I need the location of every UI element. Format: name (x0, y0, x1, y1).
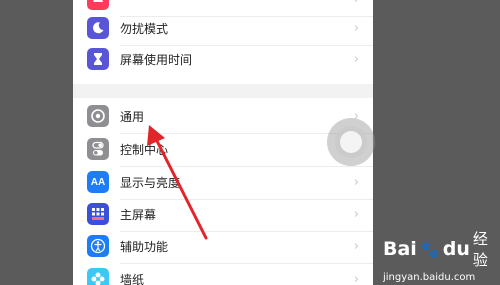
left-backdrop (0, 0, 73, 285)
hourglass-icon (87, 48, 109, 70)
settings-item-display-brightness[interactable]: AA 显示与亮度 › (73, 166, 373, 200)
assistive-touch-core (340, 131, 362, 153)
settings-item-do-not-disturb[interactable]: 勿扰模式 › (73, 12, 373, 46)
paw-icon: 🐾 (419, 239, 440, 259)
chevron-right-icon: › (353, 272, 359, 285)
chevron-right-icon: › (353, 21, 359, 36)
settings-item-label: 显示与亮度 (120, 176, 181, 190)
settings-item-label: 屏幕使用时间 (120, 53, 193, 67)
baidu-logo: Bai 🐾 du 经验 (383, 230, 488, 269)
aa-icon: AA (87, 171, 109, 193)
watermark-url: jingyan.baidu.com (383, 272, 476, 283)
settings-item-label: 通用 (120, 110, 145, 124)
toggles-icon (87, 138, 109, 160)
assistive-touch-button[interactable] (327, 118, 375, 166)
settings-item-general[interactable]: 通用 › (73, 100, 373, 134)
settings-item-label: 辅助功能 (120, 240, 169, 254)
settings-item-screen-time[interactable]: 屏幕使用时间 › (73, 43, 373, 77)
grid-icon (87, 203, 109, 225)
chevron-right-icon: › (354, 0, 359, 7)
flower-icon (87, 268, 109, 285)
settings-item-wallpaper[interactable]: 墙纸 › (73, 263, 373, 285)
chevron-right-icon: › (353, 175, 359, 190)
chevron-right-icon: › (353, 207, 359, 222)
settings-item-label: 墙纸 (120, 273, 145, 285)
settings-item-home-screen[interactable]: 主屏幕 › (73, 198, 373, 232)
chevron-right-icon: › (353, 52, 359, 67)
settings-item-label: 勿扰模式 (120, 22, 169, 36)
moon-icon (87, 17, 109, 39)
settings-item-accessibility[interactable]: 辅助功能 › (73, 230, 373, 264)
section-separator (73, 84, 373, 98)
chevron-right-icon: › (353, 239, 359, 254)
settings-item-label: 主屏幕 (120, 208, 157, 222)
settings-item-label: 控制中心 (120, 143, 169, 157)
baidu-jingyan-watermark: Bai 🐾 du 经验 jingyan.baidu.com (383, 228, 498, 283)
accessibility-icon (87, 235, 109, 257)
gear-icon (87, 105, 109, 127)
bell-icon (87, 0, 109, 10)
